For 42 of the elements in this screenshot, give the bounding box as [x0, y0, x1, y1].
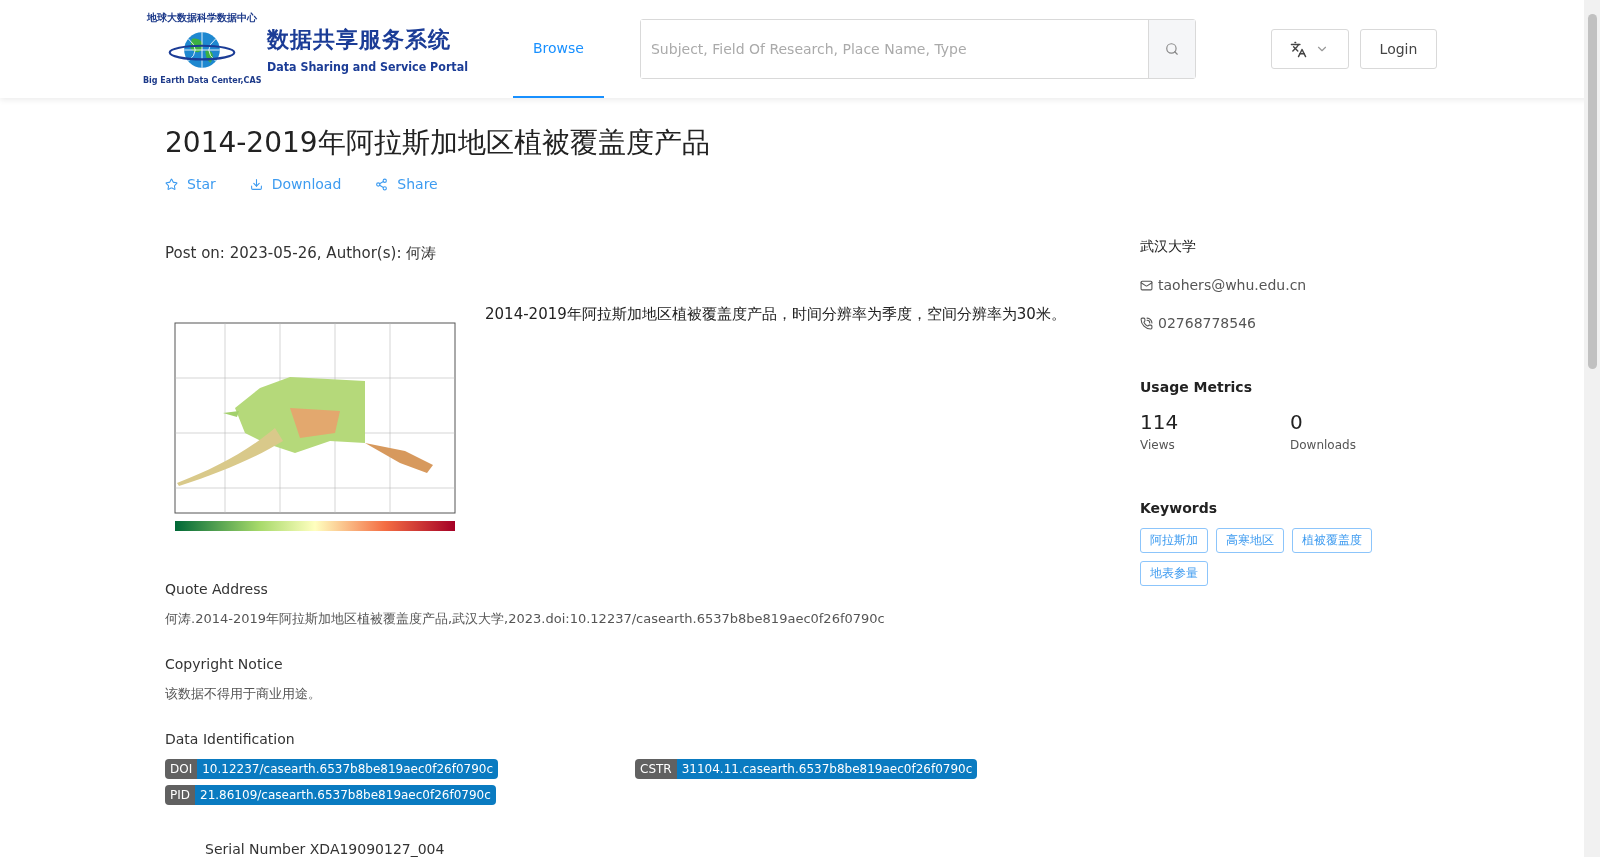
- download-link[interactable]: Download: [249, 176, 342, 192]
- keywords-heading: Keywords: [1140, 500, 1219, 516]
- logo-subtitle: Big Earth Data Center,CAS: [143, 76, 262, 86]
- phone-icon: [1140, 316, 1153, 330]
- download-icon: [249, 177, 263, 191]
- section-text: 何涛.2014-2019年阿拉斯加地区植被覆盖度产品,武汉大学,2023.doi:10.12237/casearth.6537b8be819aec0f26f0790c: [165, 610, 886, 628]
- search-icon: [1165, 42, 1179, 56]
- description: 2014-2019年阿拉斯加地区植被覆盖度产品，时间分辨率为季度，空间分辨率为30米。: [485, 305, 1066, 325]
- search-button[interactable]: [1148, 20, 1195, 78]
- nav-tab[interactable]: Browse: [513, 0, 604, 98]
- language-button[interactable]: [1271, 29, 1349, 69]
- translate-icon: [1290, 40, 1308, 58]
- keyword-tag[interactable]: 地表参量: [1140, 561, 1208, 586]
- phone-number: 02768778546: [1158, 315, 1256, 331]
- metrics-heading: Usage Metrics: [1140, 379, 1253, 395]
- section-text: 该数据不得用于商业用途。: [165, 685, 322, 703]
- keyword-tag[interactable]: 阿拉斯加: [1140, 528, 1208, 553]
- share-icon: [375, 177, 389, 191]
- post-info: Post on: 2023-05-26, Author(s): 何涛: [165, 244, 438, 263]
- metric-value: 0: [1290, 410, 1304, 434]
- search-field[interactable]: Subject, Field Of Research, Place Name, Type: [640, 19, 1196, 79]
- keyword-tag[interactable]: 高寒地区: [1216, 528, 1284, 553]
- email: taohers@whu.edu.cn: [1158, 277, 1307, 293]
- scrollbar[interactable]: [1584, 0, 1600, 857]
- section-heading: Quote Address: [165, 581, 269, 597]
- serial-number: Serial Number XDA19090127_004: [205, 841, 446, 857]
- keyword-tag[interactable]: 植被覆盖度: [1292, 528, 1372, 553]
- mail-icon: [1140, 278, 1153, 292]
- section-heading: Copyright Notice: [165, 656, 284, 672]
- metric-label: Downloads: [1290, 438, 1357, 452]
- star-icon: [165, 177, 178, 191]
- metric-value: 114: [1140, 410, 1180, 434]
- logo-subtitle: 地球大数据科学数据中心: [147, 12, 258, 25]
- organization: 武汉大学: [1140, 238, 1197, 256]
- share-link[interactable]: Share: [375, 176, 438, 192]
- section-heading: Data Identification: [165, 731, 296, 747]
- login-button[interactable]: Login: [1360, 29, 1437, 69]
- dataset-title: 2014-2019年阿拉斯加地区植被覆盖度产品: [165, 125, 711, 161]
- metric-label: Views: [1140, 438, 1176, 452]
- logo-title: 数据共享服务系统: [267, 25, 453, 54]
- logo-title: Data Sharing and Service Portal: [267, 58, 469, 74]
- star-link[interactable]: Star: [165, 176, 216, 192]
